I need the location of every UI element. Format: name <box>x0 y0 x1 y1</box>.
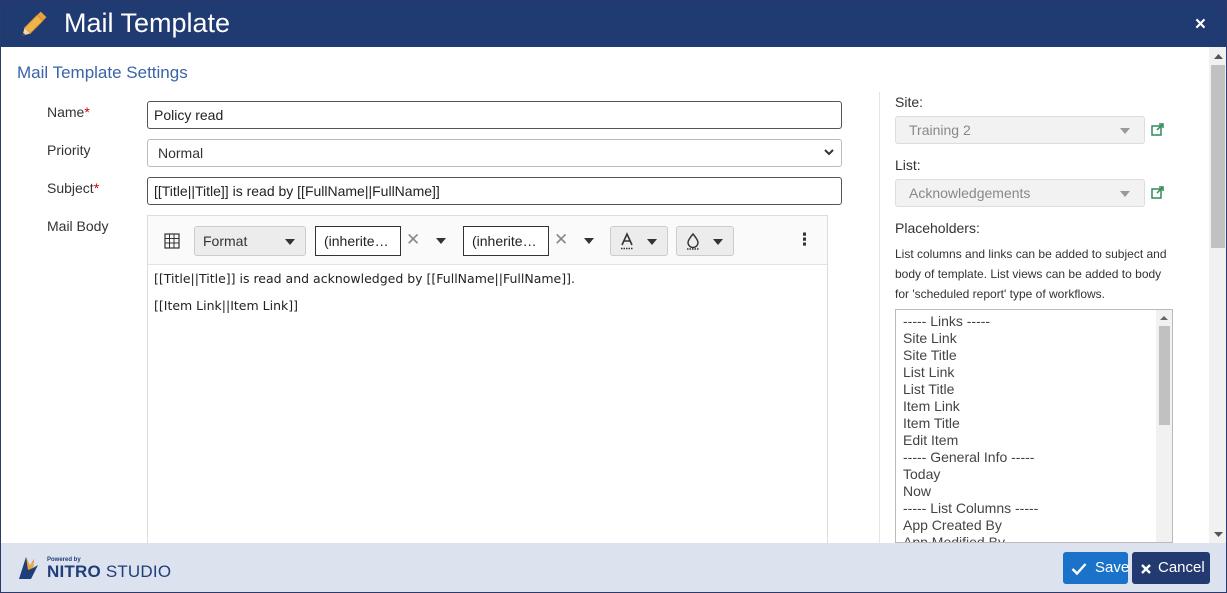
priority-label: Priority <box>47 142 91 158</box>
save-button[interactable]: Save <box>1063 552 1130 584</box>
placeholder-option[interactable]: ----- General Info ----- <box>903 449 1034 465</box>
listbox-scroll-thumb[interactable] <box>1159 326 1170 425</box>
placeholder-option[interactable]: Site Title <box>903 347 957 363</box>
format-dropdown[interactable]: Format <box>194 226 306 256</box>
format-label: Format <box>203 233 248 249</box>
caret-down-icon <box>584 238 594 244</box>
mail-body-label: Mail Body <box>47 218 109 234</box>
placeholder-option[interactable]: Item Link <box>903 398 960 414</box>
placeholder-option[interactable]: List Link <box>903 364 954 380</box>
subject-input[interactable]: [[Title||Title]] is read by [[FullName||… <box>147 177 842 205</box>
name-input[interactable]: Policy read <box>147 101 842 129</box>
required-marker: * <box>93 180 100 196</box>
caret-down-icon <box>1120 191 1130 197</box>
placeholders-note: List columns and links can be added to s… <box>895 247 1167 301</box>
dialog-content: Mail Template Settings Name* Policy read… <box>1 47 1209 543</box>
close-icon <box>1141 564 1151 574</box>
placeholder-option[interactable]: App Created By <box>903 517 1002 533</box>
caret-down-icon <box>285 239 295 245</box>
nitro-logo-icon <box>19 557 38 579</box>
clear-font-size-button[interactable]: ✕ <box>554 230 568 250</box>
list-select: Acknowledgements <box>895 179 1145 207</box>
editor-toolbar: Format (inherite… ✕ (inherite… ✕ ⋮ <box>148 216 827 265</box>
dialog-scroll-thumb[interactable] <box>1211 65 1225 248</box>
dialog-header: Mail Template × <box>1 1 1226 47</box>
caret-down-icon <box>647 239 657 245</box>
list-value: Acknowledgements <box>909 185 1031 201</box>
external-link-icon[interactable] <box>1151 186 1164 199</box>
table-icon <box>164 233 180 249</box>
text-color-button[interactable] <box>610 226 668 256</box>
cancel-label: Cancel <box>1158 559 1205 576</box>
mail-template-dialog: Mail Template × Mail Template Settings N… <box>0 0 1227 593</box>
required-marker: * <box>84 104 90 120</box>
priority-value: Normal <box>158 145 204 161</box>
section-title: Mail Template Settings <box>17 63 188 82</box>
list-label: List: <box>895 157 921 173</box>
name-label: Name* <box>47 104 90 120</box>
caret-down-icon <box>713 239 723 245</box>
background-color-button[interactable] <box>676 226 734 256</box>
font-size-field[interactable]: (inherite… <box>463 226 549 256</box>
site-select: Training 2 <box>895 116 1145 144</box>
priority-select[interactable]: Normal <box>147 139 842 167</box>
caret-down-icon <box>1120 128 1130 134</box>
site-label: Site: <box>895 94 924 110</box>
save-label: Save <box>1095 559 1130 576</box>
placeholder-option[interactable]: Item Title <box>903 415 960 431</box>
placeholder-option[interactable]: ----- Links ----- <box>903 313 990 329</box>
site-value: Training 2 <box>909 122 971 138</box>
text-color-icon <box>621 232 633 250</box>
scroll-up-icon[interactable] <box>1156 312 1172 324</box>
font-size-dropdown-button[interactable] <box>574 226 602 256</box>
font-family-dropdown-button[interactable] <box>426 226 454 256</box>
editor-body-line[interactable]: [[Title||Title]] is read and acknowledge… <box>154 271 575 286</box>
placeholders-listbox[interactable]: ----- Links ----- Site Link Site Title L… <box>895 309 1173 543</box>
table-button[interactable] <box>156 226 186 256</box>
subject-label: Subject* <box>47 180 100 196</box>
check-icon <box>1071 563 1087 576</box>
placeholder-option[interactable]: Site Link <box>903 330 957 346</box>
rich-text-editor: Format (inherite… ✕ (inherite… ✕ ⋮ [[Tit… <box>147 215 828 543</box>
close-button[interactable]: × <box>1195 14 1206 36</box>
clear-font-family-button[interactable]: ✕ <box>406 230 420 250</box>
brand-name: NITRO STUDIO <box>47 562 172 581</box>
dialog-footer: Powered by NITRO STUDIO Save Cancel <box>1 543 1226 592</box>
placeholder-option[interactable]: Now <box>903 483 931 499</box>
external-link-icon[interactable] <box>1151 123 1164 136</box>
dialog-scrollbar[interactable] <box>1209 47 1227 543</box>
placeholder-option[interactable]: ----- List Columns ----- <box>903 500 1038 516</box>
chevron-down-icon <box>824 149 834 156</box>
droplet-icon <box>687 232 699 250</box>
dialog-title: Mail Template <box>64 8 231 38</box>
scroll-up-icon[interactable] <box>1209 50 1227 64</box>
caret-down-icon <box>436 238 446 244</box>
placeholder-option[interactable]: Edit Item <box>903 432 958 448</box>
pencil-icon <box>22 11 47 36</box>
scroll-down-icon[interactable] <box>1209 527 1227 541</box>
placeholder-option[interactable]: List Title <box>903 381 954 397</box>
editor-body-line[interactable]: [[Item Link||Item Link]] <box>154 298 298 313</box>
panel-divider <box>879 92 880 543</box>
more-options-button[interactable]: ⋮ <box>796 230 813 250</box>
placeholder-option[interactable]: App Modified By <box>903 534 1005 542</box>
listbox-scrollbar[interactable] <box>1156 310 1172 542</box>
placeholders-label: Placeholders: <box>895 220 980 236</box>
cancel-button[interactable]: Cancel <box>1132 552 1210 584</box>
font-family-field[interactable]: (inherite… <box>315 226 401 256</box>
placeholder-option[interactable]: Today <box>903 466 940 482</box>
